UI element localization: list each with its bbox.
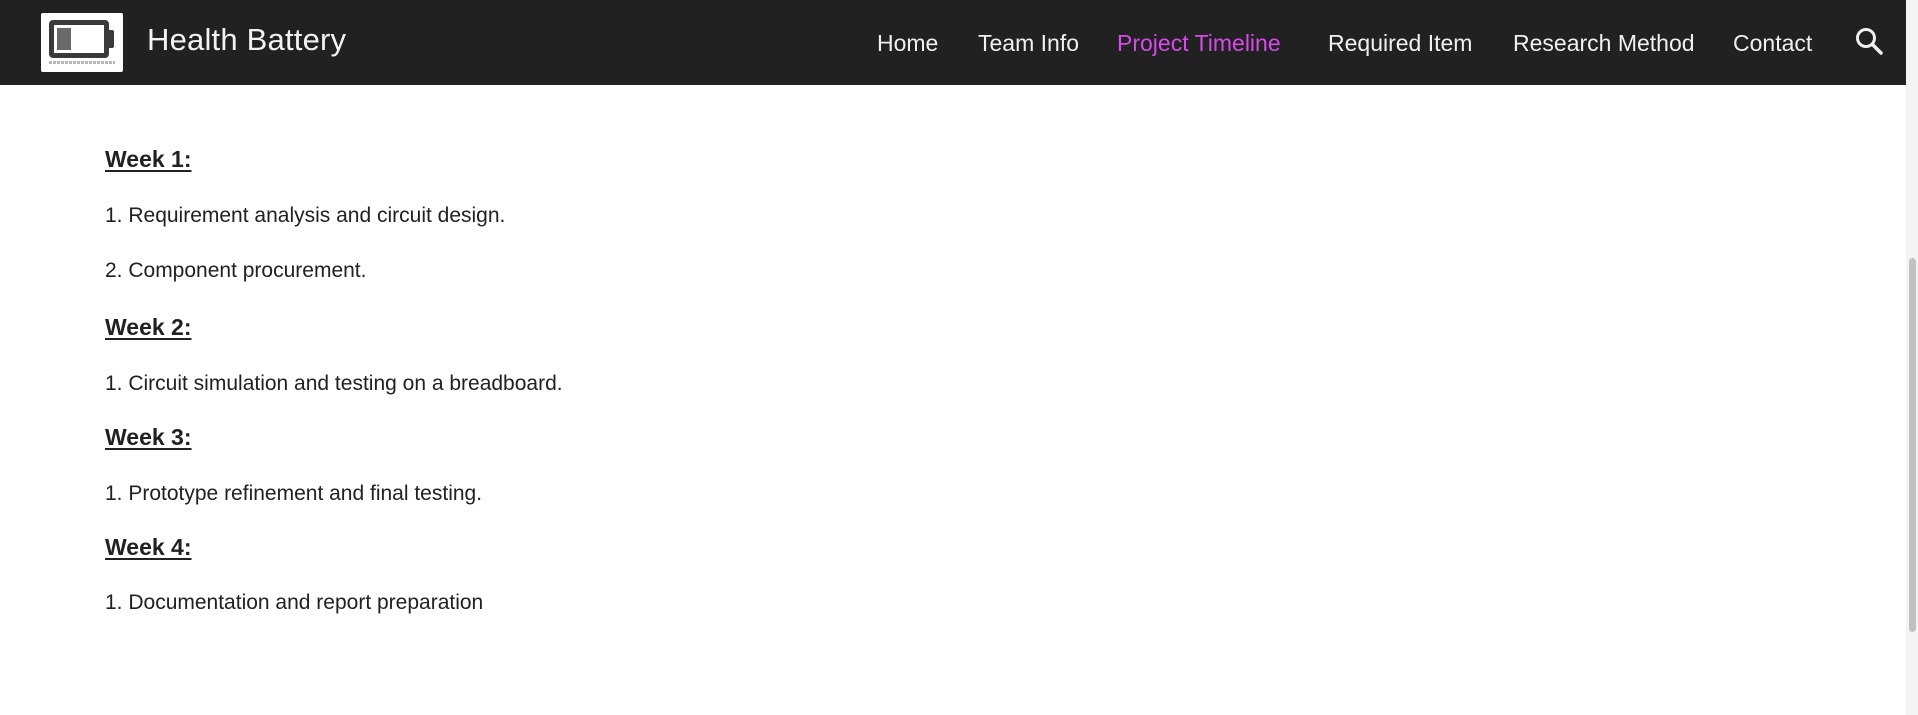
week-2-item-1: 1. Circuit simulation and testing on a b… (105, 372, 563, 395)
battery-fill (57, 28, 71, 50)
nav-research-method[interactable]: Research Method (1513, 30, 1695, 57)
battery-logo-icon[interactable] (41, 13, 123, 72)
nav-required-item[interactable]: Required Item (1328, 30, 1472, 57)
logo-caption (49, 61, 115, 64)
week-2-heading: Week 2: (105, 314, 192, 340)
nav-home[interactable]: Home (877, 30, 938, 57)
search-icon[interactable] (1853, 25, 1887, 59)
battery-body (49, 20, 109, 58)
battery-tip (109, 30, 114, 48)
week-3-item-1: 1. Prototype refinement and final testin… (105, 482, 483, 505)
page: Health Battery Home Team Info Project Ti… (0, 0, 1918, 715)
scrollbar-thumb[interactable] (1909, 258, 1916, 632)
week-3-heading: Week 3: (105, 424, 192, 450)
week-4-item-1: 1. Documentation and report preparation (105, 591, 484, 614)
nav-team-info[interactable]: Team Info (978, 30, 1079, 57)
nav-contact[interactable]: Contact (1733, 30, 1812, 57)
week-1-heading: Week 1: (105, 146, 192, 172)
week-1-item-2: 2. Component procurement. (105, 259, 367, 282)
week-4-heading: Week 4: (105, 534, 192, 560)
site-title[interactable]: Health Battery (147, 22, 346, 58)
week-1-item-1: 1. Requirement analysis and circuit desi… (105, 204, 506, 227)
nav-project-timeline[interactable]: Project Timeline (1117, 30, 1281, 57)
